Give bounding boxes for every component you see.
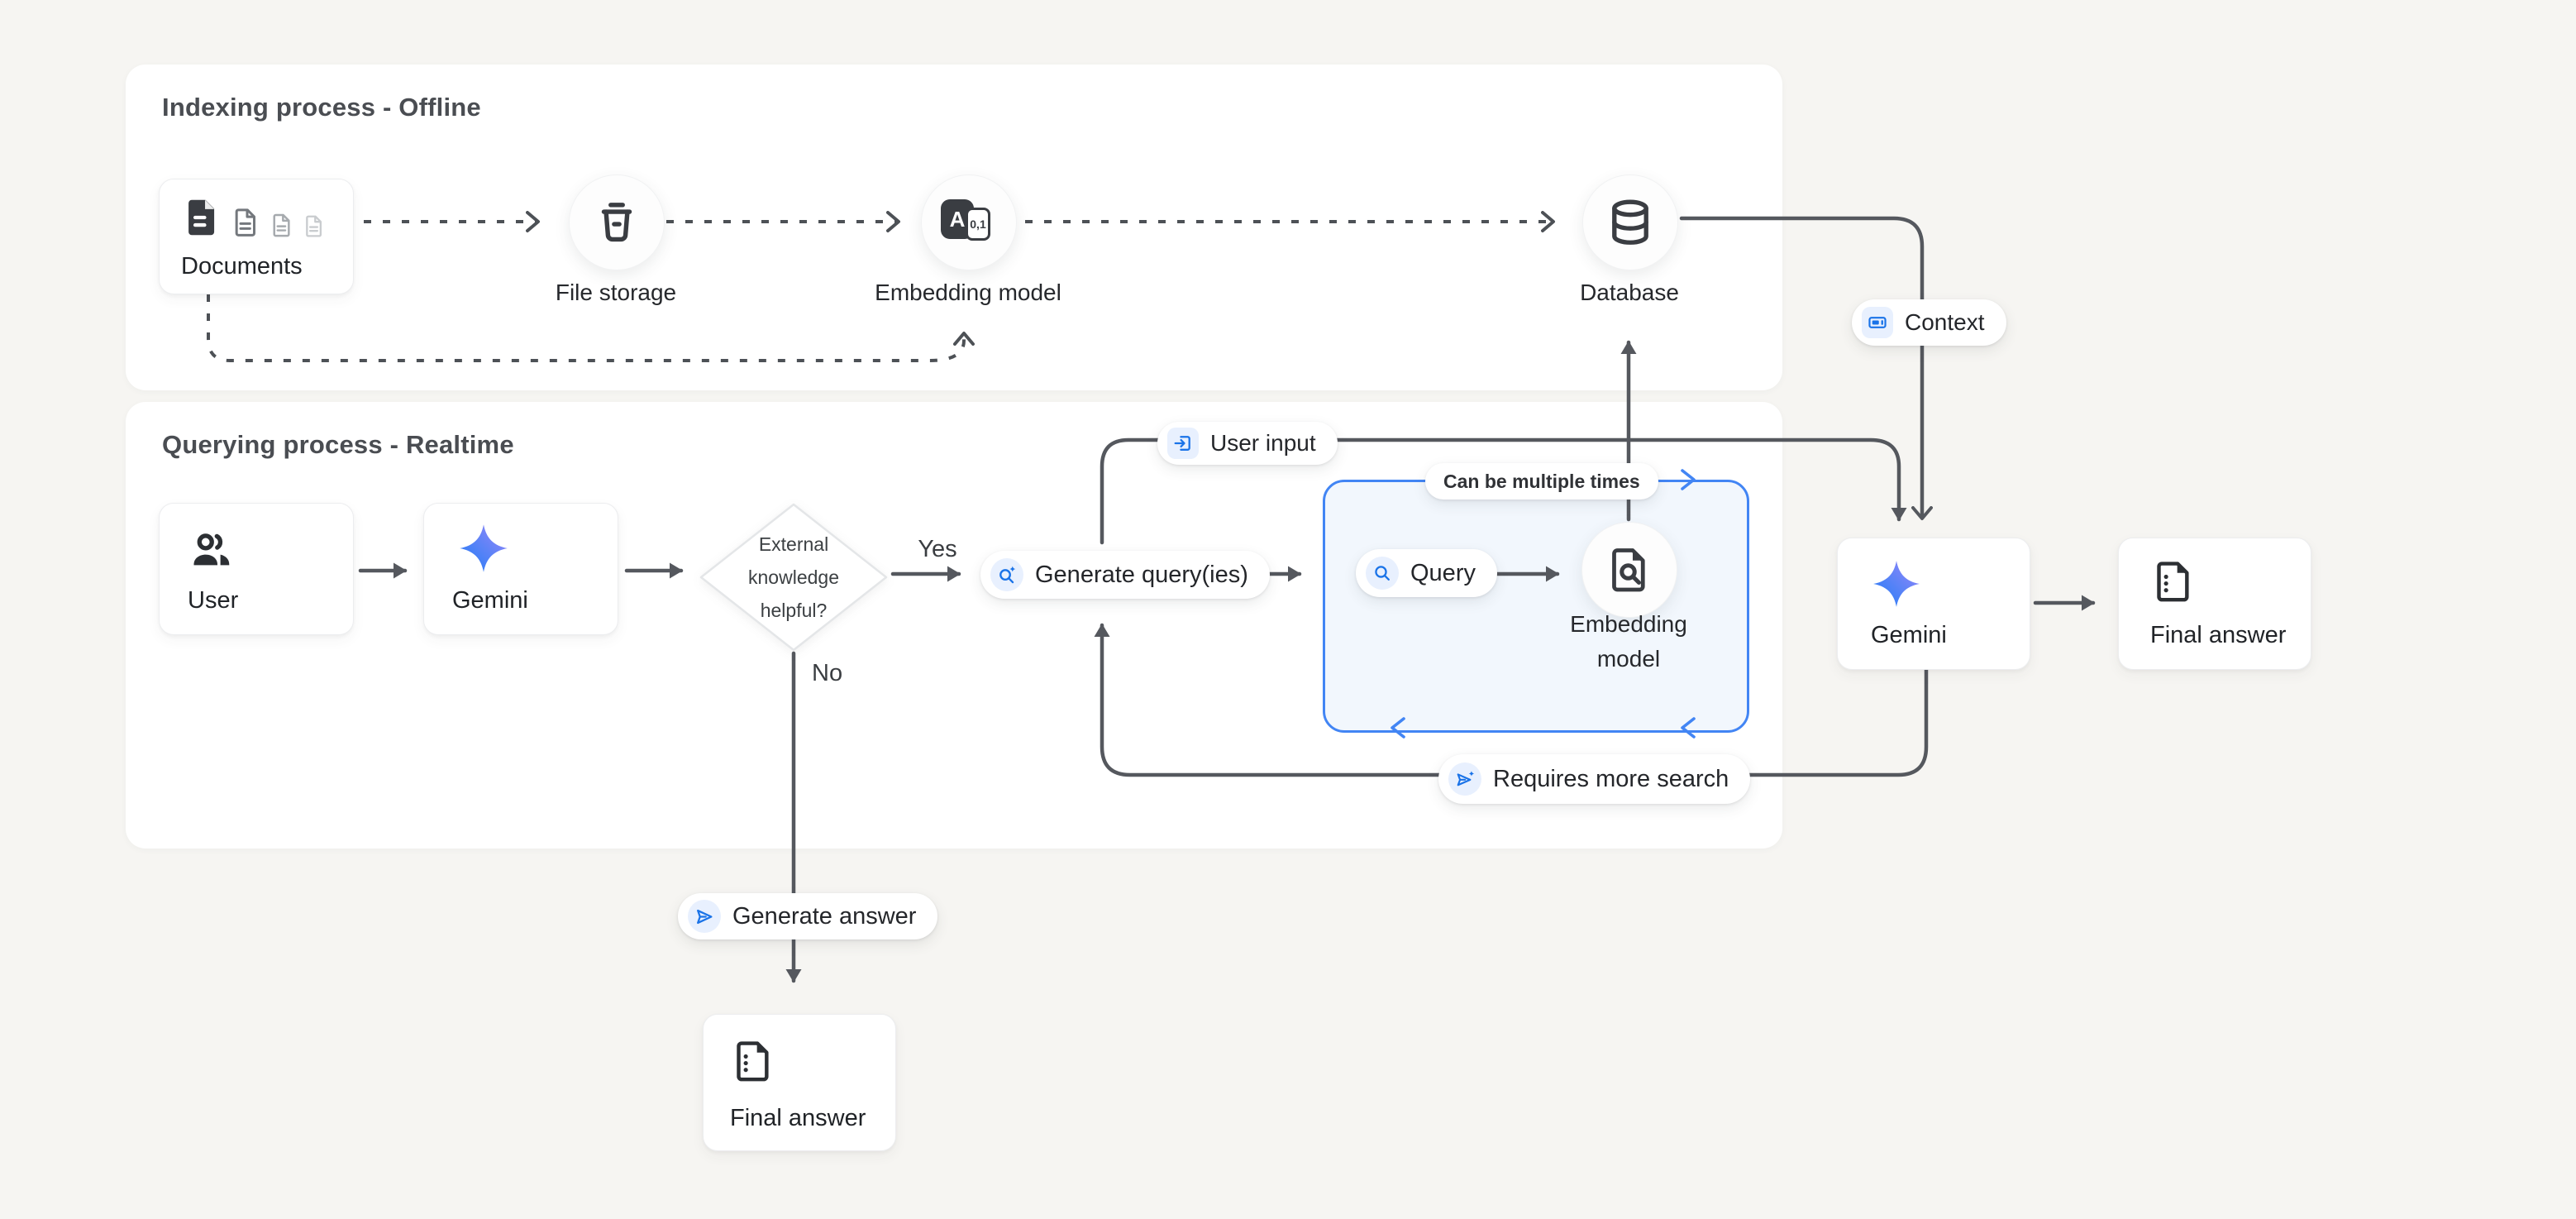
database-label: Database [1497, 280, 1762, 306]
documents-label: Documents [181, 253, 303, 280]
final-answer-bottom-label: Final answer [730, 1105, 866, 1132]
summary-document-icon [730, 1038, 776, 1084]
send-sparkle-icon [1448, 762, 1481, 796]
context-badge: Context [1852, 299, 2006, 346]
yes-label: Yes [911, 536, 964, 563]
can-be-multiple-times-tag: Can be multiple times [1425, 463, 1658, 500]
gemini-card-answer: Gemini [1837, 538, 2030, 670]
embedding-model-icon: A 0,1 [939, 198, 999, 247]
database-node [1582, 174, 1678, 270]
final-answer-right-label: Final answer [2150, 622, 2286, 649]
search-icon [1366, 557, 1399, 590]
file-storage-label: File storage [484, 280, 748, 306]
gemini-answer-label: Gemini [1871, 622, 1947, 649]
user-input-label: User input [1210, 430, 1316, 457]
rag-architecture-diagram: Indexing process - Offline Querying proc… [0, 0, 2576, 1219]
final-answer-card-bottom: Final answer [703, 1014, 896, 1151]
user-label: User [188, 587, 238, 614]
query-pill: Query [1356, 549, 1497, 597]
gemini-star-icon [1871, 558, 1922, 610]
generate-queries-label: Generate query(ies) [1035, 562, 1248, 589]
decision-diamond: External knowledge helpful? [699, 503, 888, 652]
embedding-model-offline-node: A 0,1 [921, 174, 1017, 270]
requires-more-search-label: Requires more search [1493, 766, 1729, 793]
user-input-badge: User input [1157, 422, 1338, 465]
generate-answer-label: Generate answer [732, 903, 916, 930]
search-sparkle-icon [990, 558, 1023, 591]
context-label: Context [1905, 309, 1985, 336]
user-card: User [159, 503, 354, 635]
generate-queries-pill: Generate query(ies) [980, 551, 1270, 599]
decision-text: External knowledge helpful? [699, 503, 888, 652]
final-answer-card-right: Final answer [2118, 538, 2311, 670]
document-search-icon [1605, 545, 1654, 595]
gemini-query-label: Gemini [452, 587, 528, 614]
indexing-panel-title: Indexing process - Offline [162, 93, 481, 122]
input-icon [1167, 428, 1199, 459]
embedding-model-realtime-node [1581, 522, 1677, 618]
context-field-icon [1862, 307, 1893, 338]
summary-document-icon [2150, 558, 2197, 605]
retrieval-loop-box [1323, 480, 1749, 733]
documents-icon [181, 196, 327, 239]
file-storage-node [569, 174, 665, 270]
documents-card: Documents [159, 179, 354, 294]
embedding-icon-digits: 0,1 [966, 208, 990, 241]
gemini-star-icon [457, 522, 510, 575]
gemini-card-query: Gemini [423, 503, 618, 635]
embedding-model-realtime-label: Embedding model [1538, 607, 1720, 676]
querying-panel-title: Querying process - Realtime [162, 430, 514, 460]
bucket-icon [591, 197, 642, 248]
no-label: No [812, 660, 842, 687]
embedding-model-offline-label: Embedding model [836, 280, 1100, 306]
query-label: Query [1410, 560, 1476, 587]
send-icon [688, 900, 721, 933]
requires-more-search-badge: Requires more search [1438, 754, 1750, 804]
database-icon [1604, 196, 1657, 249]
generate-answer-badge: Generate answer [678, 893, 937, 939]
users-icon [188, 527, 236, 575]
can-be-multiple-times-label: Can be multiple times [1443, 471, 1640, 493]
